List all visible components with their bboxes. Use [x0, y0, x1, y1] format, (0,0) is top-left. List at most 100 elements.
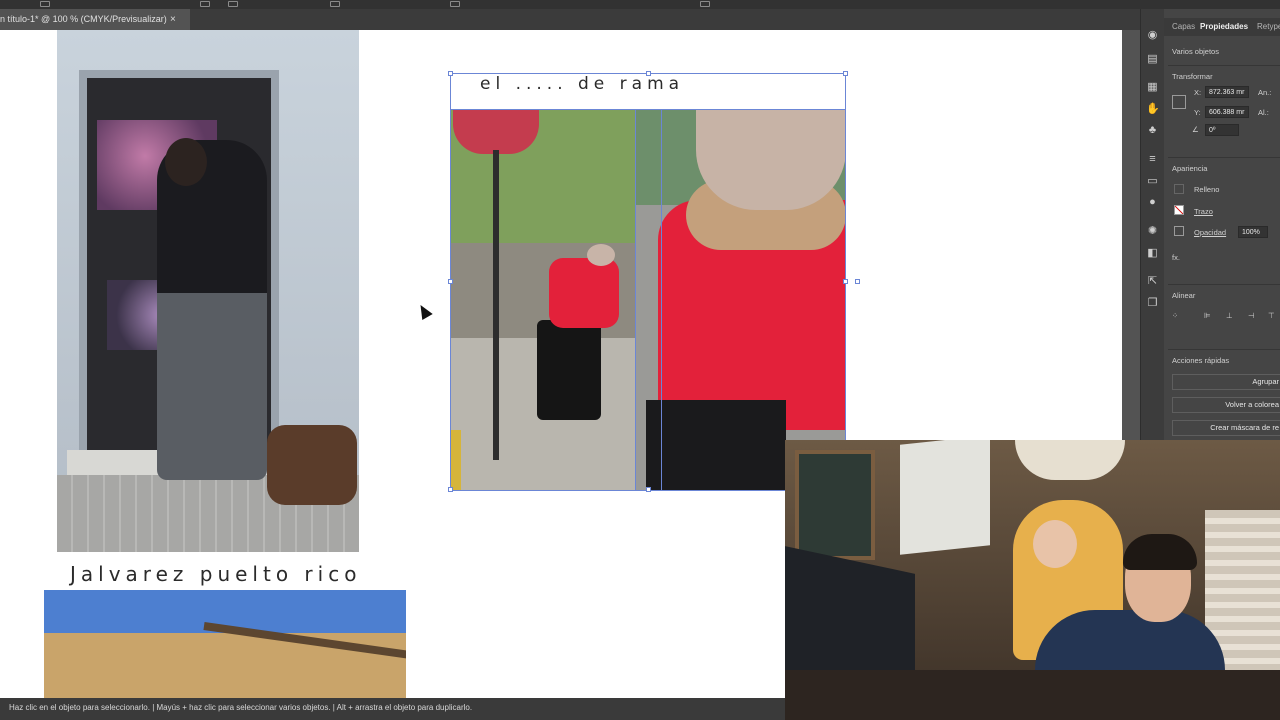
resize-handle[interactable] [646, 71, 651, 76]
photo-stop-sign [453, 110, 539, 154]
panel-divider [1168, 349, 1280, 350]
selection-guide [661, 110, 662, 490]
eye-icon[interactable]: ◉ [1146, 29, 1159, 41]
export-icon[interactable]: ⇱ [1146, 275, 1159, 287]
group-button[interactable]: Agrupar [1172, 374, 1280, 390]
recolor-button[interactable]: Volver a colorea [1172, 397, 1280, 413]
toolbar-icon[interactable] [228, 1, 238, 7]
tab-capas[interactable]: Capas [1172, 18, 1195, 36]
gradient-icon[interactable]: ▭ [1146, 175, 1159, 187]
sun-icon[interactable]: ✺ [1146, 225, 1159, 237]
control-bar [0, 0, 1280, 9]
h-label: Al.: [1258, 108, 1269, 117]
tab-propiedades[interactable]: Propiedades [1200, 18, 1248, 36]
photo-pants [537, 320, 601, 420]
y-field[interactable]: 606.388 mr [1205, 106, 1249, 118]
panel-divider [1168, 65, 1280, 66]
toolbar-icon[interactable] [40, 1, 50, 7]
w-label: An.: [1258, 88, 1272, 97]
photo-curb [451, 430, 461, 490]
photo-street-right[interactable] [636, 110, 846, 490]
grid-icon[interactable]: ▦ [1146, 81, 1159, 93]
resize-handle[interactable] [448, 71, 453, 76]
resize-handle[interactable] [843, 279, 848, 284]
photo-bag [267, 425, 357, 505]
align-left-icon[interactable]: ⊫ [1204, 311, 1211, 320]
document-tab-bar: n título-1* @ 100 % (CMYK/Previsualizar)… [0, 9, 1140, 30]
fill-swatch-icon[interactable] [1174, 184, 1184, 194]
club-icon[interactable]: ♣ [1146, 124, 1159, 136]
align-right-icon[interactable]: ⊣ [1248, 311, 1255, 320]
x-field[interactable]: 872.363 mr [1205, 86, 1249, 98]
photo-pole [493, 150, 499, 460]
toolbar-icon[interactable] [700, 1, 710, 7]
align-to-icon[interactable]: ⁘ [1172, 311, 1178, 320]
webcam-overlay [785, 440, 1280, 720]
webcam-face-left [1033, 520, 1077, 568]
sphere-icon[interactable]: ● [1146, 196, 1159, 208]
stack-icon[interactable]: ❐ [1146, 297, 1159, 309]
stroke-swatch-icon[interactable] [1174, 205, 1184, 215]
panel-tabs: Capas Propiedades Retype [1164, 18, 1280, 36]
transparency-icon[interactable]: ◧ [1146, 247, 1159, 259]
photo-person [157, 140, 267, 480]
clipping-mask-button[interactable]: Crear máscara de re [1172, 420, 1280, 436]
panel-divider [1168, 157, 1280, 158]
toolbar-icon[interactable] [450, 1, 460, 7]
illustrator-window: n título-1* @ 100 % (CMYK/Previsualizar)… [0, 0, 1280, 720]
panel-divider [1168, 284, 1280, 285]
rotate-icon: ∠ [1192, 125, 1199, 134]
document-tab-title: n título-1* @ 100 % (CMYK/Previsualizar) [0, 14, 167, 24]
webcam-whiteboard [900, 440, 990, 555]
fx-icon[interactable]: fx. [1172, 253, 1180, 262]
opacity-label[interactable]: Opacidad [1194, 228, 1226, 237]
status-hint: Haz clic en el objeto para seleccionarlo… [9, 703, 473, 712]
resize-handle[interactable] [448, 279, 453, 284]
menu-icon[interactable]: ≡ [1146, 153, 1159, 165]
x-label: X: [1194, 88, 1202, 97]
photo-red-shirt [549, 258, 619, 328]
toolbar-icon[interactable] [330, 1, 340, 7]
selection-guide [635, 110, 636, 490]
align-heading: Alinear [1172, 291, 1196, 300]
resize-handle[interactable] [448, 487, 453, 492]
selection-type-label: Varios objetos [1172, 47, 1219, 56]
document-tab[interactable]: n título-1* @ 100 % (CMYK/Previsualizar)… [0, 9, 190, 30]
y-label: Y: [1194, 108, 1201, 117]
resize-handle[interactable] [855, 279, 860, 284]
toolbar-icon[interactable] [200, 1, 210, 7]
tab-retype[interactable]: Retype [1257, 18, 1280, 36]
align-top-icon[interactable]: ⊤ [1268, 311, 1275, 320]
resize-handle[interactable] [843, 71, 848, 76]
photo-beam [203, 622, 406, 665]
panel-icon-strip: ◉ ▤ ▦ ✋ ♣ ≡ ▭ ● ✺ ◧ ⇱ ❐ [1140, 9, 1164, 440]
layers-icon[interactable]: ▤ [1146, 53, 1159, 65]
photo-person-head [165, 138, 207, 186]
photo-street-left[interactable] [451, 110, 636, 490]
webcam-window [795, 450, 875, 560]
photo-wall-sky[interactable] [44, 590, 406, 698]
webcam-lamp [1015, 440, 1125, 480]
stroke-label[interactable]: Trazo [1194, 207, 1213, 216]
appearance-heading: Apariencia [1172, 164, 1208, 173]
opacity-field[interactable]: 100% [1238, 226, 1268, 238]
photo-cap [587, 244, 615, 266]
text-frame-jalvarez[interactable]: Jalvarez puelto rico [70, 562, 361, 586]
quick-actions-heading: Acciones rápidas [1172, 356, 1230, 365]
align-center-icon[interactable]: ⊥ [1226, 311, 1233, 320]
photo-cap [696, 110, 846, 210]
rotation-field[interactable]: 0º [1205, 124, 1239, 136]
resize-handle[interactable] [646, 487, 651, 492]
text-frame-rama[interactable]: el ..... de rama [480, 74, 684, 94]
transform-heading: Transformar [1172, 72, 1213, 81]
close-icon[interactable]: × [170, 9, 176, 30]
reference-point-icon[interactable] [1172, 95, 1186, 109]
properties-panel: Capas Propiedades Retype Varios objetos … [1164, 9, 1280, 440]
opacity-icon [1174, 226, 1184, 236]
photo-door-graffiti[interactable] [57, 30, 359, 552]
photo-belt [646, 400, 786, 490]
fill-label: Relleno [1194, 185, 1220, 194]
webcam-hair-right [1123, 534, 1197, 570]
webcam-desk [785, 670, 1280, 720]
puppet-icon[interactable]: ✋ [1146, 103, 1160, 115]
